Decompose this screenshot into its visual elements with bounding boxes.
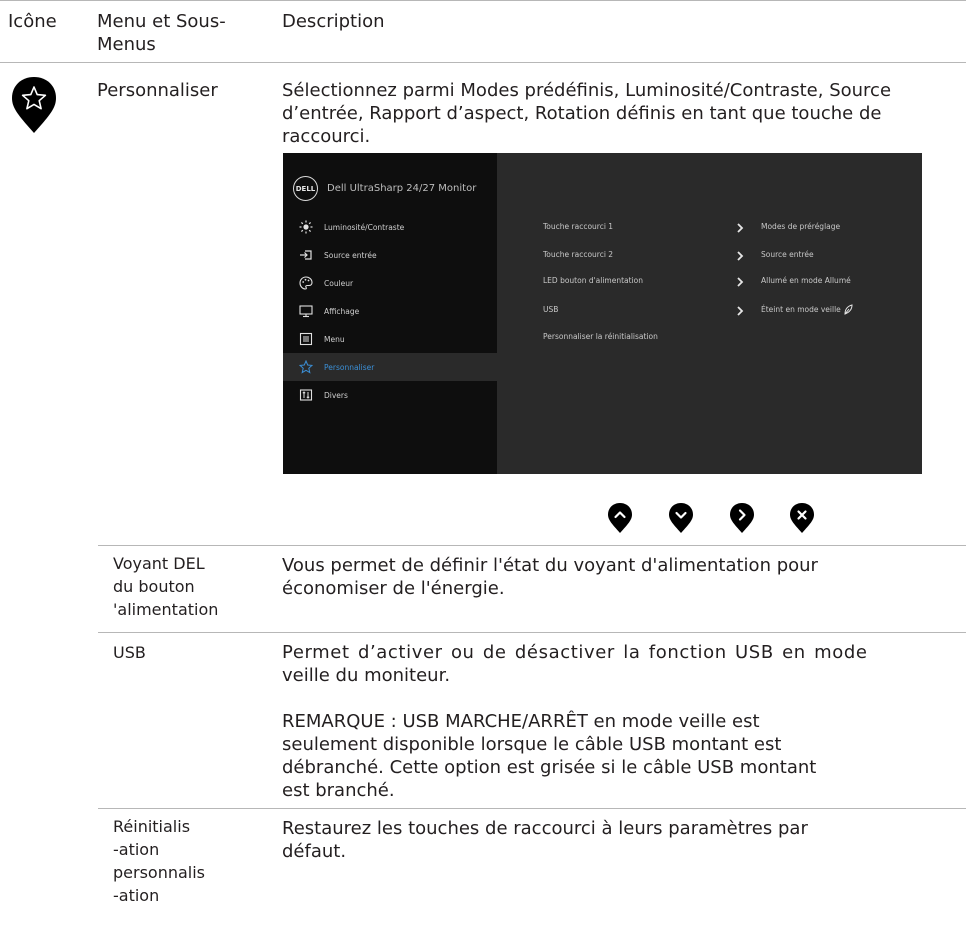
header-rule (0, 62, 966, 63)
dell-logo: DELL (293, 176, 318, 201)
palette-icon (299, 276, 313, 290)
row-rule (98, 545, 966, 546)
osd-menu-label: Affichage (324, 306, 360, 316)
row-name-voyant: Voyant DEL du bouton 'alimentation (113, 552, 218, 621)
row-name-line: -ation (113, 886, 160, 905)
osd-option-value: Source entrée (761, 250, 814, 259)
row-name-line: 'alimentation (113, 600, 219, 619)
menu-icon (299, 332, 313, 346)
note-line: REMARQUE : USB MARCHE/ARRÊT en mode veil… (282, 711, 760, 732)
chevron-right-icon (737, 251, 744, 261)
osd-menu-label: Source entrée (324, 250, 377, 260)
osd-option-label[interactable]: Personnaliser la réinitialisation (543, 332, 658, 341)
osd-menu-label: Menu (324, 334, 345, 344)
chevron-right-icon (737, 277, 744, 287)
row-name-usb: USB (113, 643, 146, 662)
desc-line: Vous permet de définir l'état du voyant … (282, 555, 818, 576)
osd-menu-divers[interactable]: Divers (283, 381, 497, 409)
desc-line: Restaurez les touches de raccourci à leu… (282, 818, 808, 839)
note-line: est branché. (282, 780, 395, 801)
brightness-icon (299, 220, 313, 234)
chevron-right-icon (737, 223, 744, 233)
osd-menu-affichage[interactable]: Affichage (283, 297, 497, 325)
osd-option-label[interactable]: Touche raccourci 2 (543, 250, 613, 259)
osd-option-label[interactable]: USB (543, 305, 558, 314)
osd-menu-label: Personnaliser (324, 362, 375, 372)
desc-line: économiser de l'énergie. (282, 578, 505, 599)
display-icon (299, 304, 313, 318)
osd-menu-menu[interactable]: Menu (283, 325, 497, 353)
osd-option-label[interactable]: LED bouton d'alimentation (543, 276, 643, 285)
row-note-usb: REMARQUE : USB MARCHE/ARRÊT en mode veil… (282, 710, 816, 802)
osd-menu-label: Divers (324, 390, 348, 400)
row-name-line: du bouton (113, 577, 195, 596)
close-button-icon[interactable] (789, 502, 815, 534)
osd-menu-source[interactable]: Source entrée (283, 241, 497, 269)
chevron-right-icon (737, 306, 744, 316)
desc-line: défaut. (282, 841, 347, 862)
osd-option-label[interactable]: Touche raccourci 1 (543, 222, 613, 231)
menu-name-personnaliser: Personnaliser (97, 80, 218, 101)
osd-menu-label: Luminosité/Contraste (324, 222, 405, 232)
osd-option-value: Éteint en mode veille (761, 305, 841, 314)
header-description: Description (282, 11, 385, 32)
row-name-line: Voyant DEL (113, 554, 205, 573)
header-menu: Menu et Sous-Menus (97, 11, 226, 55)
osd-menu-personnaliser[interactable]: Personnaliser (283, 353, 497, 381)
row-name-line: -ation (113, 840, 160, 859)
row-name-line: personnalis (113, 863, 206, 882)
osd-option-value: Modes de préréglage (761, 222, 841, 231)
osd-left-panel: DELL Dell UltraSharp 24/27 Monitor Lumin… (283, 153, 497, 474)
input-source-icon (299, 248, 313, 262)
osd-option-value: Allumé en mode Allumé (761, 276, 851, 285)
up-button-icon[interactable] (607, 502, 633, 534)
star-icon (299, 360, 313, 374)
row-rule (98, 808, 966, 809)
osd-menu-label: Couleur (324, 278, 354, 288)
others-icon (299, 388, 313, 402)
osd-screenshot: DELL Dell UltraSharp 24/27 Monitor Lumin… (283, 153, 922, 474)
row-name-reinit: Réinitialis -ation personnalis -ation (113, 815, 205, 907)
row-desc-voyant: Vous permet de définir l'état du voyant … (282, 554, 818, 600)
desc-line: Permet d’activer ou de désactiver la fon… (282, 642, 868, 663)
osd-title: Dell UltraSharp 24/27 Monitor (327, 183, 477, 194)
row-desc-reinit: Restaurez les touches de raccourci à leu… (282, 817, 808, 863)
header-icon: Icône (8, 11, 57, 32)
desc-line: veille du moniteur. (282, 665, 451, 686)
row-name-line: Réinitialis (113, 817, 191, 836)
top-rule (0, 0, 966, 1)
right-button-icon[interactable] (729, 502, 755, 534)
osd-menu-couleur[interactable]: Couleur (283, 269, 497, 297)
osd-menu-luminosite[interactable]: Luminosité/Contraste (283, 213, 497, 241)
leaf-icon (844, 304, 853, 315)
down-button-icon[interactable] (668, 502, 694, 534)
main-description: Sélectionnez parmi Modes prédéfinis, Lum… (282, 80, 892, 147)
star-pin-icon (10, 75, 58, 135)
row-desc-usb: Permet d’activer ou de désactiver la fon… (282, 641, 962, 687)
note-line: seulement disponible lorsque le câble US… (282, 734, 782, 755)
row-rule (98, 632, 966, 633)
osd-brand: DELL Dell UltraSharp 24/27 Monitor (293, 176, 476, 201)
note-line: débranché. Cette option est grisée si le… (282, 757, 817, 778)
